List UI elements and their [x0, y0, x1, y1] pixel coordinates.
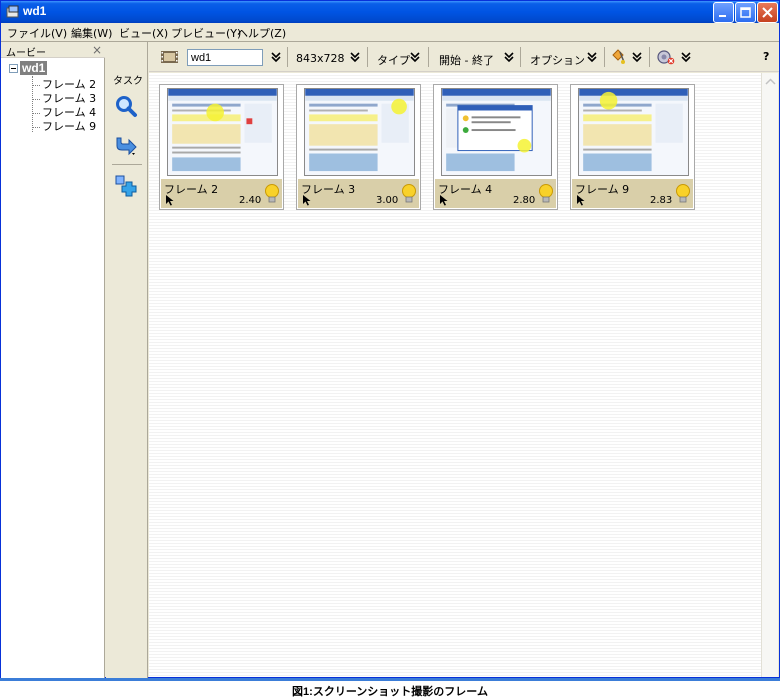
maximize-icon: [740, 7, 751, 18]
title-bar[interactable]: wd1: [1, 1, 779, 23]
frame-footer: フレーム 4 2.80: [435, 179, 556, 208]
start-end-button[interactable]: 開始 - 終了: [439, 52, 494, 68]
close-button[interactable]: [757, 2, 778, 23]
tree-collapse-toggle[interactable]: [9, 64, 18, 73]
chevron-down-icon[interactable]: [271, 51, 281, 63]
movie-tree-panel: ムービー × wd1 フレーム 2 フレーム 3 フレーム 4 フレーム 9: [1, 42, 105, 679]
frame-footer: フレーム 3 3.00: [298, 179, 419, 208]
tree-item-label: フレーム 9: [42, 120, 97, 133]
toolbar-separator: [428, 47, 429, 67]
toolbar-separator: [520, 47, 521, 67]
window-bottom-edge: [0, 678, 780, 681]
tree-item-frame[interactable]: フレーム 9: [32, 118, 96, 134]
frame-thumbnail: [167, 88, 278, 176]
magnifier-icon[interactable]: [114, 94, 138, 118]
toolbar-separator: [649, 47, 650, 67]
size-readout: 843x728: [296, 52, 345, 65]
window-title: wd1: [23, 4, 47, 18]
task-label: タスク: [113, 76, 143, 87]
light-bulb-icon[interactable]: [264, 184, 280, 204]
frame-duration: 2.40: [239, 195, 262, 206]
app-icon: [6, 5, 19, 18]
frame-card[interactable]: フレーム 2 2.40: [159, 84, 284, 210]
add-frame-icon[interactable]: [114, 174, 138, 198]
task-strip: タスク: [106, 42, 148, 679]
figure-caption: 図1:スクリーンショット撮影のフレーム: [292, 686, 488, 698]
paint-bucket-icon[interactable]: [610, 49, 626, 65]
toolbar-separator: [367, 47, 368, 67]
light-bulb-icon[interactable]: [401, 184, 417, 204]
film-strip-icon: [161, 51, 178, 63]
chevron-down-icon[interactable]: [410, 51, 420, 63]
menu-edit[interactable]: 編集(W): [71, 25, 112, 41]
type-button[interactable]: タイプ: [377, 52, 410, 68]
frame-thumbnail: [441, 88, 552, 176]
frame-card[interactable]: フレーム 9 2.83: [570, 84, 695, 210]
frame-footer: フレーム 9 2.83: [572, 179, 693, 208]
frame-footer: フレーム 2 2.40: [161, 179, 282, 208]
maximize-button[interactable]: [735, 2, 756, 23]
sound-off-icon[interactable]: [657, 49, 675, 65]
tree-panel-header: ムービー ×: [1, 42, 105, 59]
tree-panel-title: ムービー: [6, 48, 46, 59]
chevron-down-icon[interactable]: [681, 51, 691, 63]
tree-root-movie[interactable]: wd1: [20, 61, 48, 75]
chevron-down-icon[interactable]: [504, 51, 514, 63]
light-bulb-icon[interactable]: [675, 184, 691, 204]
chevron-down-icon[interactable]: [632, 51, 642, 63]
minimize-icon: [719, 15, 726, 17]
frame-duration: 2.83: [650, 195, 673, 206]
task-separator: [112, 164, 142, 165]
toolbar-separator: [287, 47, 288, 67]
close-icon: [762, 7, 773, 18]
menu-file[interactable]: ファイル(V): [7, 25, 67, 41]
menu-help[interactable]: ヘルプ(Z): [237, 25, 286, 41]
frame-duration: 2.80: [513, 195, 536, 206]
minimize-button[interactable]: [713, 2, 734, 23]
light-bulb-icon[interactable]: [538, 184, 554, 204]
frame-thumbnail: [304, 88, 415, 176]
tree-panel-close-icon[interactable]: ×: [92, 43, 102, 57]
export-arrow-icon[interactable]: [114, 132, 138, 156]
frame-card[interactable]: フレーム 3 3.00: [296, 84, 421, 210]
movie-name-input[interactable]: [187, 49, 263, 66]
vertical-scrollbar[interactable]: [761, 73, 778, 677]
options-button[interactable]: オプション: [530, 52, 585, 68]
frame-toolbar: 843x728 タイプ 開始 - 終了 オプション ?: [149, 42, 779, 72]
chevron-down-icon[interactable]: [350, 51, 360, 63]
frames-area: フレーム 2 2.40 フレーム 3 3.00 フレーム 4 2.80 フレーム…: [149, 73, 761, 677]
help-button[interactable]: ?: [763, 50, 769, 63]
menu-bar: ファイル(V) 編集(W) ビュー(X) プレビュー(Y) ヘルプ(Z): [1, 23, 779, 41]
frame-thumbnail: [578, 88, 689, 176]
frame-duration: 3.00: [376, 195, 399, 206]
app-window: wd1 ファイル(V) 編集(W) ビュー(X) プレビュー(Y) ヘルプ(Z)…: [0, 0, 780, 679]
menu-preview[interactable]: プレビュー(Y): [171, 25, 241, 41]
cursor-icon: [577, 195, 585, 206]
cursor-icon: [303, 195, 311, 206]
scroll-up-arrow-icon[interactable]: [762, 73, 779, 90]
cursor-icon: [440, 195, 448, 206]
menu-view[interactable]: ビュー(X): [119, 25, 168, 41]
frame-card[interactable]: フレーム 4 2.80: [433, 84, 558, 210]
toolbar-separator: [604, 47, 605, 67]
cursor-icon: [166, 195, 174, 206]
chevron-down-icon[interactable]: [587, 51, 597, 63]
